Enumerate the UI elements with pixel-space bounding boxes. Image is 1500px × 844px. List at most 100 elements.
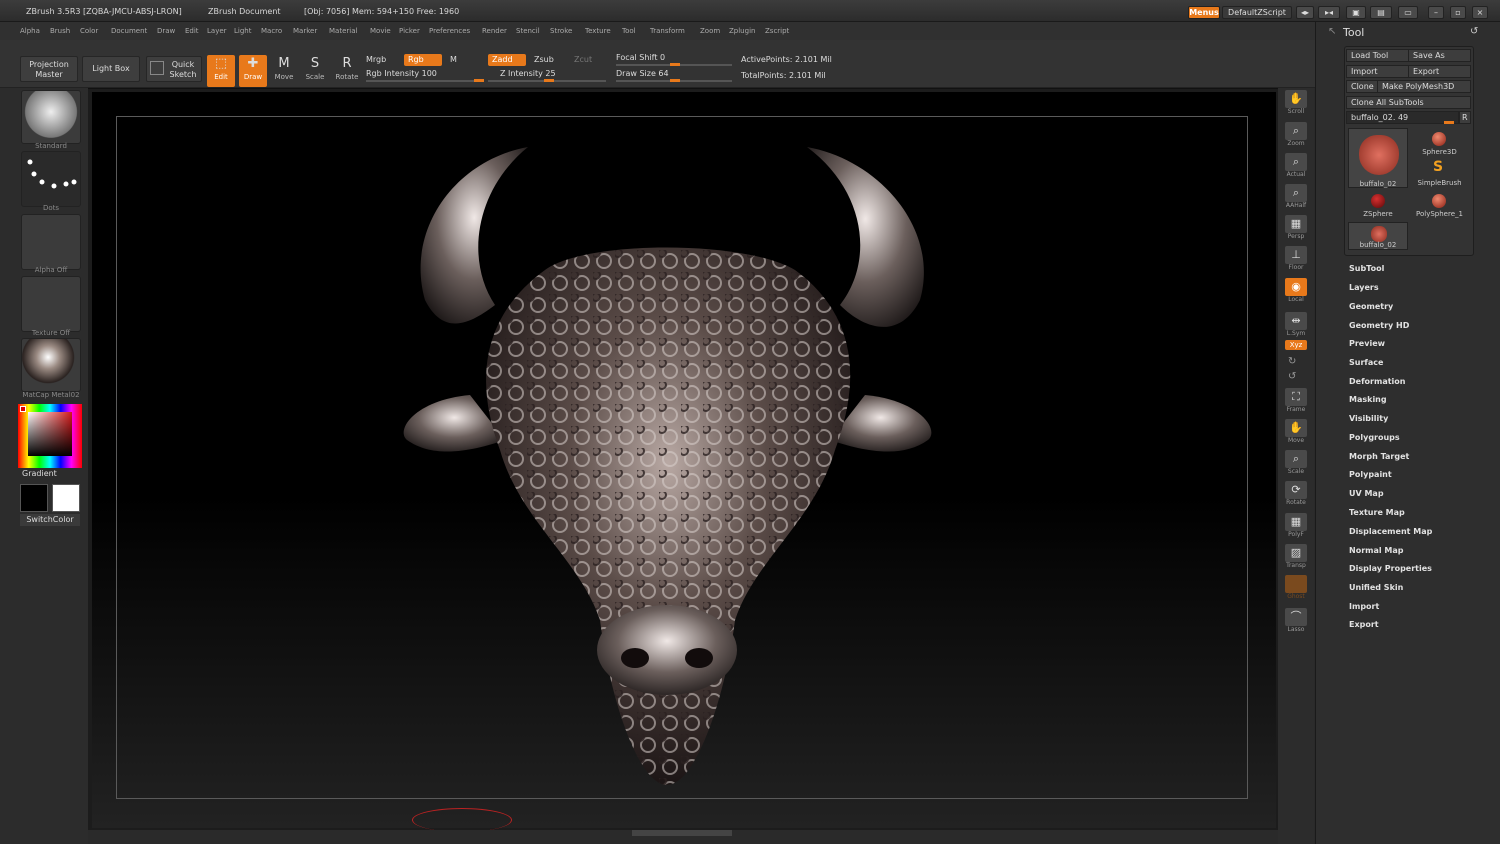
section-subtool[interactable]: SubTool [1349,264,1384,273]
aahalf-button[interactable]: ⌕ AAHalf [1282,184,1310,212]
section-import[interactable]: Import [1349,602,1379,611]
menu-material[interactable]: Material [329,27,357,35]
section-preview[interactable]: Preview [1349,339,1385,348]
frame-button[interactable]: ⛶ Frame [1282,388,1310,416]
menu-texture[interactable]: Texture [585,27,611,35]
menu-transform[interactable]: Transform [650,27,685,35]
zcut-toggle[interactable]: Zcut [570,54,596,66]
section-surface[interactable]: Surface [1349,358,1383,367]
polysphere-icon[interactable] [1432,194,1446,208]
menu-zplugin[interactable]: Zplugin [729,27,755,35]
menus-button[interactable]: Menus [1188,6,1220,19]
rotate-z-icon[interactable]: ↺ [1288,371,1296,382]
reset-icon[interactable]: ↺ [1470,26,1478,37]
menu-macro[interactable]: Macro [261,27,282,35]
bottom-scroll-handle[interactable] [632,830,732,836]
close-icon[interactable]: × [1472,6,1488,19]
m-toggle[interactable]: M [446,54,461,66]
section-export[interactable]: Export [1349,620,1379,629]
section-display-properties[interactable]: Display Properties [1349,564,1432,573]
clone-all-subtools-button[interactable]: Clone All SubTools [1346,96,1471,109]
menu-draw[interactable]: Draw [157,27,175,35]
rotate-view-button[interactable]: ⟳ Rotate [1282,481,1310,509]
menu-color[interactable]: Color [80,27,98,35]
scale-button[interactable]: S Scale [301,55,329,87]
make-polymesh-button[interactable]: Make PolyMesh3D [1377,80,1471,93]
section-uv-map[interactable]: UV Map [1349,489,1384,498]
menu-zoom[interactable]: Zoom [700,27,720,35]
color-picker[interactable] [18,404,82,468]
rgb-intensity-slider[interactable]: Rgb Intensity 100 [366,69,437,78]
section-geometry[interactable]: Geometry [1349,302,1393,311]
menu-edit[interactable]: Edit [185,27,199,35]
section-unified-skin[interactable]: Unified Skin [1349,583,1403,592]
move-button[interactable]: M Move [270,55,298,87]
move-view-button[interactable]: ✋ Move [1282,419,1310,447]
menu-render[interactable]: Render [482,27,507,35]
maximize-icon[interactable]: ▫ [1450,6,1466,19]
ghost-button[interactable]: Ghost [1282,575,1310,603]
shelf-left-icon[interactable]: ◂▸ [1296,6,1314,19]
sphere3d-icon[interactable] [1432,132,1446,146]
section-deformation[interactable]: Deformation [1349,377,1405,386]
mrgb-toggle[interactable]: Mrgb [362,54,390,66]
draw-button[interactable]: ✚ Draw [239,55,267,87]
section-normal-map[interactable]: Normal Map [1349,546,1403,555]
menu-zscript[interactable]: Zscript [765,27,789,35]
zadd-toggle[interactable]: Zadd [488,54,526,66]
current-tool-slider[interactable]: buffalo_02. 49 [1346,111,1459,124]
alpha-thumbnail[interactable] [21,214,81,270]
persp-button[interactable]: ▦ Persp [1282,215,1310,243]
import-button[interactable]: Import [1346,65,1409,78]
local-button[interactable]: ◉ Local [1282,278,1310,306]
menu-movie[interactable]: Movie [370,27,391,35]
section-displacement-map[interactable]: Displacement Map [1349,527,1432,536]
menu-layer[interactable]: Layer [207,27,227,35]
section-masking[interactable]: Masking [1349,395,1387,404]
menu-stencil[interactable]: Stencil [516,27,540,35]
light-box-button[interactable]: Light Box [82,56,140,82]
main-color-swatch[interactable] [20,484,48,512]
minimize-icon[interactable]: – [1428,6,1444,19]
scale-view-button[interactable]: ⌕ Scale [1282,450,1310,478]
menu-marker[interactable]: Marker [293,27,317,35]
menu-picker[interactable]: Picker [399,27,420,35]
palette-pin-icon[interactable]: ↖ [1328,26,1336,37]
floor-button[interactable]: ⊥ Floor [1282,246,1310,274]
zoom-button[interactable]: ⌕ Zoom [1282,122,1310,150]
gradient-label[interactable]: Gradient [22,469,57,478]
menu-alpha[interactable]: Alpha [20,27,40,35]
section-polypaint[interactable]: Polypaint [1349,470,1392,479]
simplebrush-icon[interactable]: S [1433,159,1443,175]
lsym-button[interactable]: ⇹ L.Sym [1282,312,1310,340]
lasso-button[interactable]: ⌒ Lasso [1282,608,1310,636]
layout-icon[interactable]: ▣ [1346,6,1366,19]
actual-button[interactable]: ⌕ Actual [1282,153,1310,181]
save-as-button[interactable]: Save As [1408,49,1471,62]
z-intensity-slider[interactable]: Z Intensity 25 [500,69,556,78]
focal-shift-slider[interactable]: Focal Shift 0 [616,53,665,62]
material-thumbnail[interactable] [21,338,81,392]
rgb-toggle[interactable]: Rgb [404,54,442,66]
section-texture-map[interactable]: Texture Map [1349,508,1405,517]
r-button[interactable]: R [1459,111,1471,124]
rotate-y-icon[interactable]: ↻ [1288,356,1296,367]
xyz-button[interactable]: Xyz [1282,340,1310,354]
menu-brush[interactable]: Brush [50,27,70,35]
zsub-toggle[interactable]: Zsub [530,54,558,66]
projection-master-button[interactable]: Projection Master [20,56,78,82]
secondary-color-swatch[interactable] [52,484,80,512]
brush-thumbnail[interactable] [21,90,81,144]
section-morph-target[interactable]: Morph Target [1349,452,1409,461]
zsphere-icon[interactable] [1371,194,1385,208]
load-tool-button[interactable]: Load Tool [1346,49,1409,62]
rotate-button[interactable]: R Rotate [333,55,361,87]
layout2-icon[interactable]: ▤ [1370,6,1392,19]
menu-stroke[interactable]: Stroke [550,27,572,35]
color-square[interactable] [28,412,72,456]
color-marker[interactable] [20,406,26,412]
menu-light[interactable]: Light [234,27,251,35]
clone-button[interactable]: Clone [1346,80,1378,93]
stroke-thumbnail[interactable] [21,151,81,207]
transp-button[interactable]: ▨ Transp [1282,544,1310,572]
